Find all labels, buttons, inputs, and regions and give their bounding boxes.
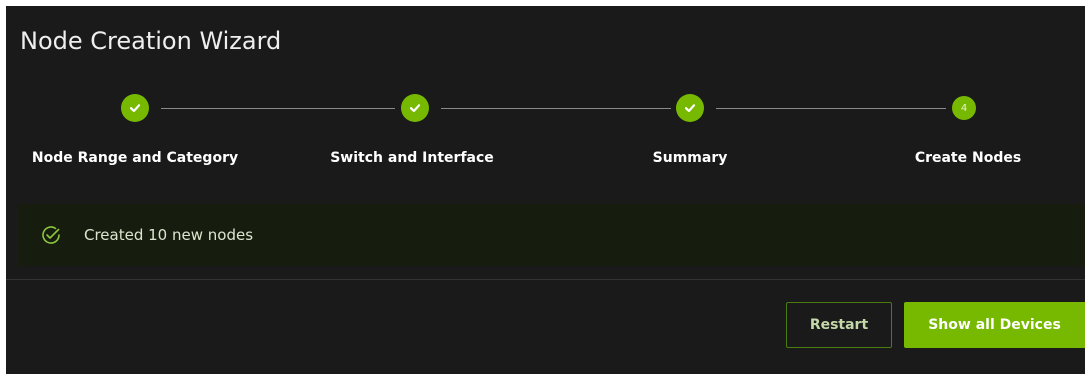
step-connector-1 xyxy=(161,108,395,109)
step-4-number-badge: 4 xyxy=(952,96,976,120)
step-1-check-icon xyxy=(121,94,149,122)
step-label-switch-interface: Switch and Interface xyxy=(330,150,494,166)
step-2-check-icon xyxy=(401,94,429,122)
step-3-check-icon xyxy=(676,94,704,122)
check-circle-icon xyxy=(40,224,62,250)
restart-button[interactable]: Restart xyxy=(786,302,892,348)
success-alert: Created 10 new nodes xyxy=(18,204,1085,266)
step-connector-2 xyxy=(441,108,671,109)
show-all-devices-button[interactable]: Show all Devices xyxy=(904,302,1085,348)
wizard-stepper: 4 Node Range and Category Switch and Int… xyxy=(6,6,1085,196)
alert-message: Created 10 new nodes xyxy=(84,226,254,244)
node-creation-wizard-dialog: Node Creation Wizard 4 Node Range and Ca… xyxy=(6,6,1085,374)
step-label-node-range: Node Range and Category xyxy=(31,150,239,166)
step-label-summary: Summary xyxy=(652,150,728,166)
step-connector-3 xyxy=(716,108,946,109)
step-label-create-nodes: Create Nodes xyxy=(914,150,1022,166)
footer-divider xyxy=(6,279,1085,280)
